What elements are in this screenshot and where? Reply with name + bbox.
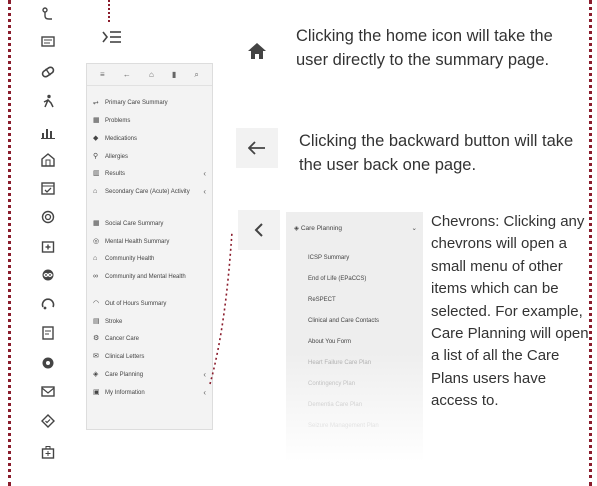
connector-curve xyxy=(209,231,233,385)
